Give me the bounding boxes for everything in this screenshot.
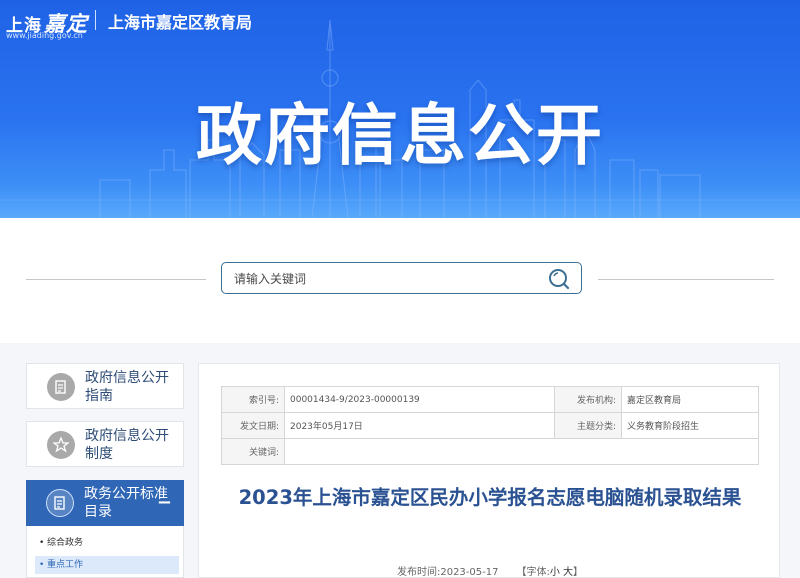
document-title: 2023年上海市嘉定区民办小学报名志愿电脑随机录取结果 (238, 486, 742, 509)
publish-time-label: 发布时间: (396, 567, 441, 578)
submenu-item-key-work[interactable]: 重点工作 (35, 556, 179, 574)
font-small-button[interactable]: 小 (550, 567, 560, 578)
banner-title: 政府信息公开 (196, 97, 604, 174)
sidebar-item-guide[interactable]: 政府信息公开指南 (26, 363, 184, 409)
font-size-close: 】 (573, 567, 584, 578)
header-banner: 上海嘉定 www.jiading.gov.cn 上海市嘉定区教育局 政府信息公开 (0, 0, 800, 218)
search-button[interactable] (547, 267, 571, 291)
department-name[interactable]: 上海市嘉定区教育局 (108, 9, 252, 33)
publisher-label: 发布机构: (554, 386, 622, 413)
sidebar-item-catalog[interactable]: 政务公开标准目录 − (26, 480, 184, 526)
publish-time-value: 2023-05-17 (440, 567, 499, 578)
sidebar-item-system[interactable]: 政府信息公开制度 (26, 421, 184, 467)
collapse-icon[interactable]: − (157, 494, 172, 512)
catalog-submenu: 综合政务 重点工作 (26, 526, 184, 578)
document-info-bar: 发布时间:2023-05-17 【字体:小 大】 (221, 563, 759, 578)
keywords-label: 关键词: (221, 438, 285, 465)
search-divider-left (26, 279, 206, 280)
date-label: 发文日期: (221, 412, 285, 439)
search-icon (549, 269, 570, 290)
document-icon (46, 489, 74, 517)
table-row: 发文日期: 2023年05月17日 主题分类: 义务教育阶段招生 (221, 412, 759, 439)
publisher-value: 嘉定区教育局 (621, 386, 759, 413)
index-label: 索引号: (221, 386, 285, 413)
category-label: 主题分类: (554, 412, 622, 439)
font-size-label: 【字体: (516, 567, 550, 578)
sidebar-item-label: 政府信息公开制度 (85, 428, 169, 462)
document-icon (47, 373, 75, 401)
header-divider (95, 10, 96, 30)
search-box (221, 262, 582, 295)
sidebar-item-label: 政府信息公开指南 (85, 370, 169, 404)
table-row: 关键词: (221, 438, 759, 465)
font-large-button[interactable]: 大 (563, 567, 573, 578)
search-divider-right (598, 279, 774, 280)
search-section (0, 218, 800, 343)
logo-url: www.jiading.gov.cn (6, 31, 83, 40)
search-input[interactable] (232, 263, 546, 295)
submenu-item-general[interactable]: 综合政务 (35, 534, 179, 552)
document-meta-table: 索引号: 00001434-9/2023-00000139 发布机构: 嘉定区教… (221, 386, 759, 465)
table-row: 索引号: 00001434-9/2023-00000139 发布机构: 嘉定区教… (221, 386, 759, 413)
category-value: 义务教育阶段招生 (621, 412, 759, 439)
date-value: 2023年05月17日 (284, 412, 555, 439)
badge-icon (47, 431, 75, 459)
document-panel: 索引号: 00001434-9/2023-00000139 发布机构: 嘉定区教… (198, 363, 780, 578)
keywords-value (284, 438, 759, 465)
index-value: 00001434-9/2023-00000139 (284, 386, 555, 413)
